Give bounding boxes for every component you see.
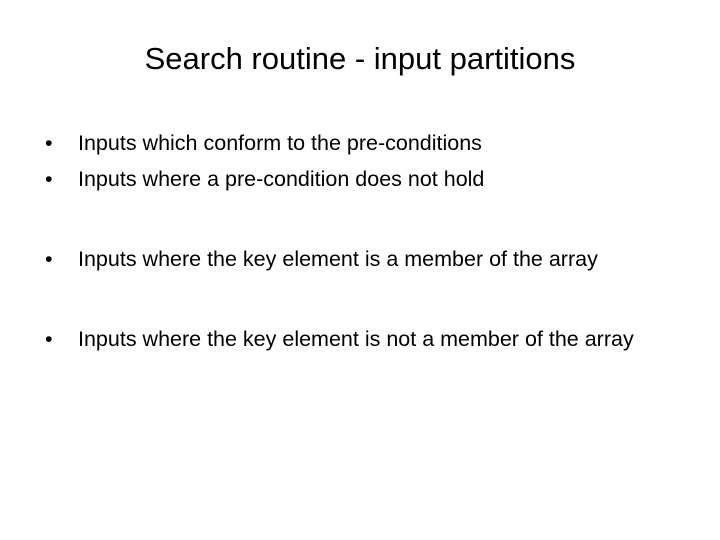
bullet-point-icon: • bbox=[45, 247, 53, 271]
list-item: • Inputs where a pre-condition does not … bbox=[36, 161, 684, 197]
list-item-label: Inputs where a pre-condition does not ho… bbox=[78, 167, 485, 191]
bullet-point-icon: • bbox=[45, 327, 53, 351]
list-item-label: Inputs which conform to the pre-conditio… bbox=[78, 131, 482, 155]
bullet-point-icon: • bbox=[45, 131, 53, 155]
list-item-label: Inputs where the key element is a member… bbox=[78, 247, 598, 271]
page-title: Search routine - input partitions bbox=[144, 41, 576, 76]
slide: Search routine - input partitions • Inpu… bbox=[0, 0, 720, 540]
list-item-label: Inputs where the key element is not a me… bbox=[78, 327, 634, 351]
list-item: • Inputs where the key element is a memb… bbox=[36, 241, 684, 277]
bullet-list: • Inputs which conform to the pre-condit… bbox=[36, 125, 684, 357]
list-item: • Inputs which conform to the pre-condit… bbox=[36, 125, 684, 161]
bullet-point-icon: • bbox=[45, 167, 53, 191]
bullet-group: • Inputs which conform to the pre-condit… bbox=[36, 125, 684, 197]
list-item: • Inputs where the key element is not a … bbox=[36, 321, 684, 357]
bullet-group: • Inputs where the key element is not a … bbox=[36, 321, 684, 357]
bullet-group: • Inputs where the key element is a memb… bbox=[36, 241, 684, 277]
